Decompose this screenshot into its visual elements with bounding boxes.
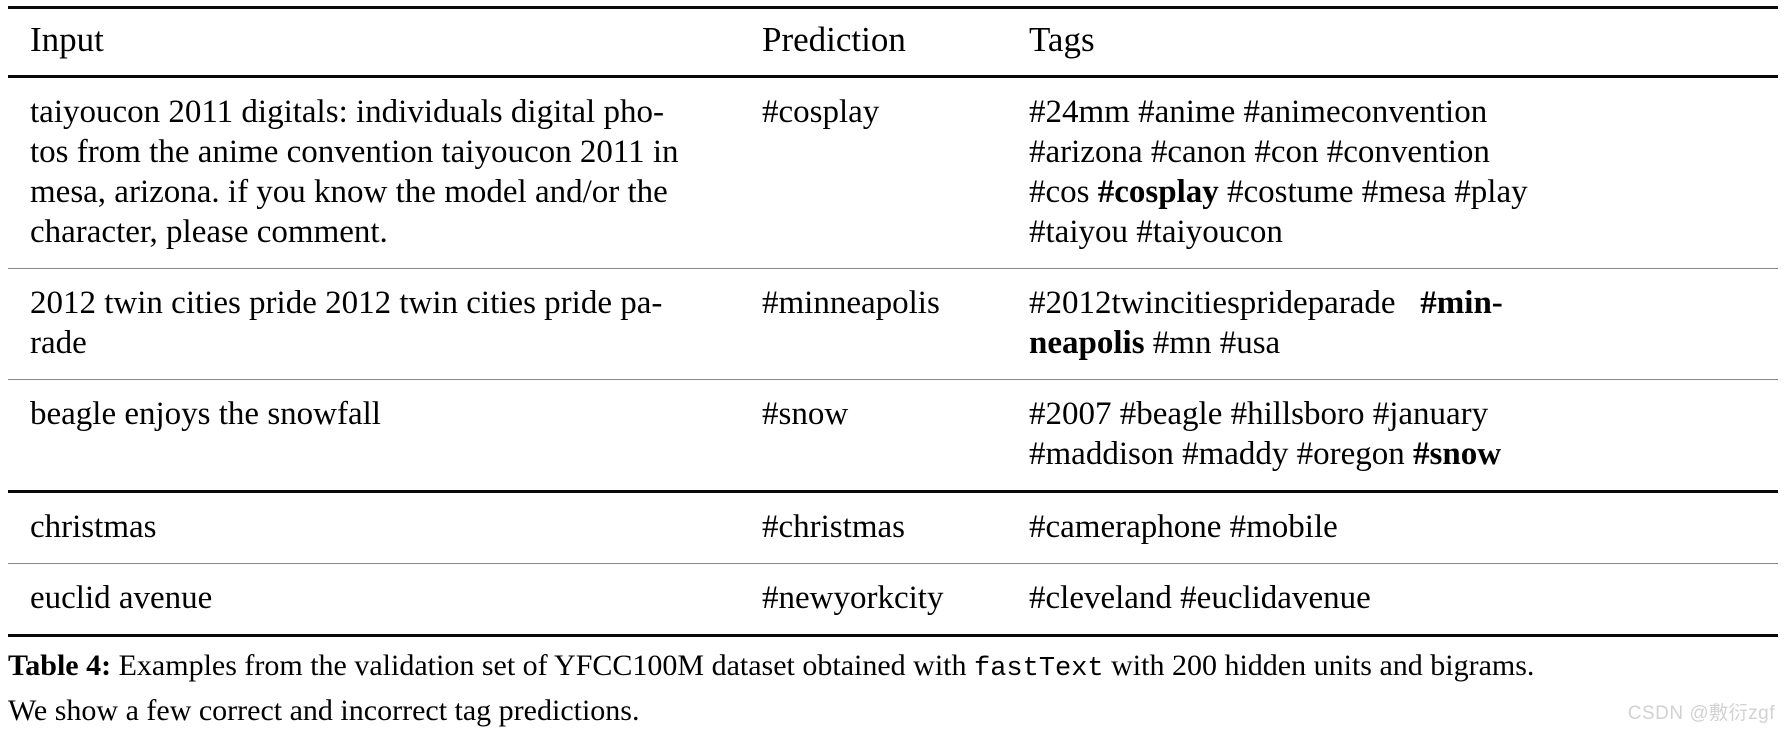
table-header-row: Input Prediction Tags <box>8 7 1778 77</box>
tag-segment-highlighted: #snow <box>1413 436 1502 472</box>
tag-line: neapolis #mn #usa <box>1029 323 1772 363</box>
table-row: beagle enjoys the snowfall #snow #2007 #… <box>8 380 1778 492</box>
cell-input: beagle enjoys the snowfall <box>8 380 748 492</box>
tag-segment: #2007 #beagle #hillsboro #january <box>1029 396 1489 432</box>
table-row: taiyoucon 2011 digitals: individuals dig… <box>8 77 1778 269</box>
tag-segment: #costume #mesa #play <box>1218 174 1528 210</box>
table-row: euclid avenue #newyorkcity #cleveland #e… <box>8 564 1778 636</box>
tag-line: #24mm #anime #animeconvention <box>1029 92 1772 132</box>
tag-segment-highlighted: #cosplay <box>1097 174 1219 210</box>
input-line: 2012 twin cities pride 2012 twin cities … <box>30 285 663 321</box>
cell-tags: #2007 #beagle #hillsboro #january #maddi… <box>1013 380 1778 492</box>
tag-segment: #mn #usa <box>1144 325 1281 361</box>
tag-segment: #taiyou #taiyoucon <box>1029 214 1283 250</box>
tag-line: #arizona #canon #con #convention <box>1029 132 1772 172</box>
caption-text-b: with 200 hidden units and bigrams. <box>1103 649 1535 682</box>
column-header-prediction: Prediction <box>762 20 906 59</box>
caption-line-1: Table 4: Examples from the validation se… <box>8 645 1780 690</box>
tag-segment: #cameraphone #mobile <box>1029 509 1338 545</box>
input-line: taiyoucon 2011 digitals: individuals dig… <box>30 94 664 130</box>
input-line: rade <box>30 325 87 361</box>
cell-prediction: #newyorkcity <box>762 580 944 616</box>
caption-line-2: We show a few correct and incorrect tag … <box>8 694 640 727</box>
cell-prediction: #cosplay <box>762 94 880 130</box>
column-header-tags: Tags <box>1029 20 1095 59</box>
input-line: mesa, arizona. if you know the model and… <box>30 174 668 210</box>
csdn-watermark: CSDN @敷衍zgf <box>1627 703 1775 724</box>
cell-input: 2012 twin cities pride 2012 twin cities … <box>8 269 748 380</box>
table-figure-page: Input Prediction Tags taiyoucon 2011 dig… <box>0 0 1789 733</box>
tag-line: #taiyou #taiyoucon <box>1029 212 1772 252</box>
tag-segment: #2012twincitiesprideparade <box>1029 285 1421 321</box>
cell-tags: #24mm #anime #animeconvention #arizona #… <box>1013 77 1778 269</box>
tag-line: #cos #cosplay #costume #mesa #play <box>1029 172 1772 212</box>
cell-tags: #cleveland #euclidavenue <box>1013 564 1778 636</box>
table-body: taiyoucon 2011 digitals: individuals dig… <box>8 77 1778 636</box>
cell-input: christmas <box>8 492 748 564</box>
table-caption: Table 4: Examples from the validation se… <box>8 645 1780 731</box>
cell-prediction: #minneapolis <box>762 285 940 321</box>
input-line: christmas <box>30 509 157 545</box>
tag-line: #2007 #beagle #hillsboro #january <box>1029 394 1772 434</box>
table-row: 2012 twin cities pride 2012 twin cities … <box>8 269 1778 380</box>
caption-monospace-term: fastText <box>974 654 1104 684</box>
tag-line: #2012twincitiesprideparade #min- <box>1029 283 1772 323</box>
tag-segment: #maddison #maddy #oregon <box>1029 436 1414 472</box>
cell-tags: #2012twincitiesprideparade #min- neapoli… <box>1013 269 1778 380</box>
column-header-input: Input <box>30 20 104 59</box>
tag-line: #cleveland #euclidavenue <box>1029 578 1772 618</box>
tag-line: #maddison #maddy #oregon #snow <box>1029 434 1772 474</box>
examples-table: Input Prediction Tags taiyoucon 2011 dig… <box>8 6 1778 637</box>
input-line: euclid avenue <box>30 580 213 616</box>
cell-input: taiyoucon 2011 digitals: individuals dig… <box>8 77 748 269</box>
caption-label: Table 4: <box>8 649 112 682</box>
cell-input: euclid avenue <box>8 564 748 636</box>
table-row: christmas #christmas #cameraphone #mobil… <box>8 492 1778 564</box>
tag-segment: #24mm #anime #animeconvention <box>1029 94 1488 130</box>
table-header: Input Prediction Tags <box>8 7 1778 77</box>
tag-segment: #arizona #canon #con #convention <box>1029 134 1490 170</box>
tag-line: #cameraphone #mobile <box>1029 507 1772 547</box>
tag-segment-highlighted: neapolis <box>1029 325 1145 361</box>
cell-prediction: #christmas <box>762 509 905 545</box>
input-line: character, please comment. <box>30 214 388 250</box>
tag-segment: #cleveland #euclidavenue <box>1029 580 1371 616</box>
tag-segment: #cos <box>1029 174 1098 210</box>
caption-text-a: Examples from the validation set of YFCC… <box>111 649 975 682</box>
input-line: tos from the anime convention taiyoucon … <box>30 134 679 170</box>
cell-tags: #cameraphone #mobile <box>1013 492 1778 564</box>
cell-prediction: #snow <box>762 396 849 432</box>
input-line: beagle enjoys the snowfall <box>30 396 381 432</box>
tag-segment-highlighted: #min- <box>1420 285 1503 321</box>
